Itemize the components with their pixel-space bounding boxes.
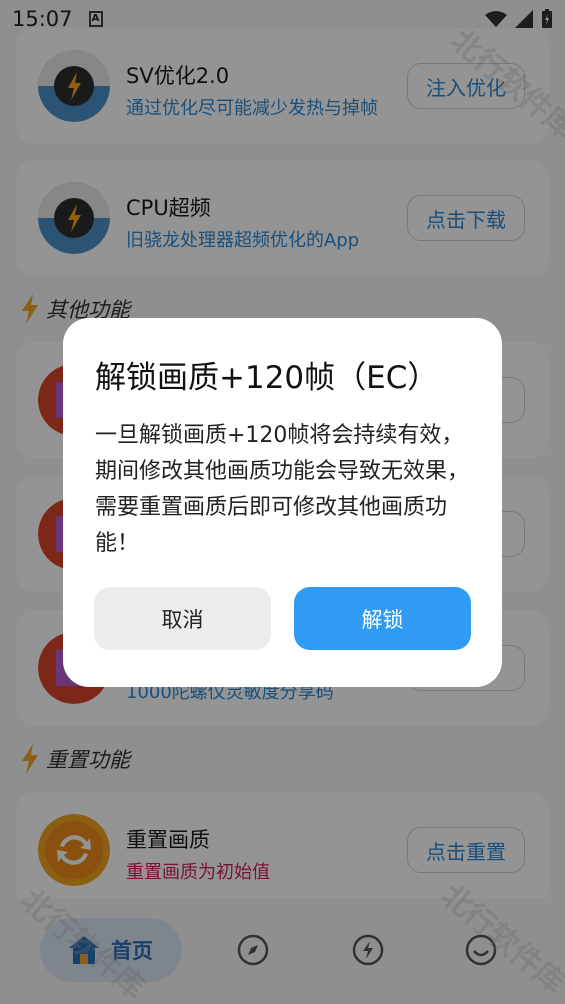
- unlock-dialog: 解锁画质+120帧（EC） 一旦解锁画质+120帧将会持续有效，期间修改其他画质…: [63, 318, 502, 687]
- dialog-title: 解锁画质+120帧（EC）: [95, 360, 439, 396]
- cancel-button[interactable]: 取消: [94, 587, 271, 650]
- unlock-confirm-button[interactable]: 解锁: [294, 587, 471, 650]
- dialog-message: 一旦解锁画质+120帧将会持续有效，期间修改其他画质功能会导致无效果，需要重置画…: [95, 423, 470, 556]
